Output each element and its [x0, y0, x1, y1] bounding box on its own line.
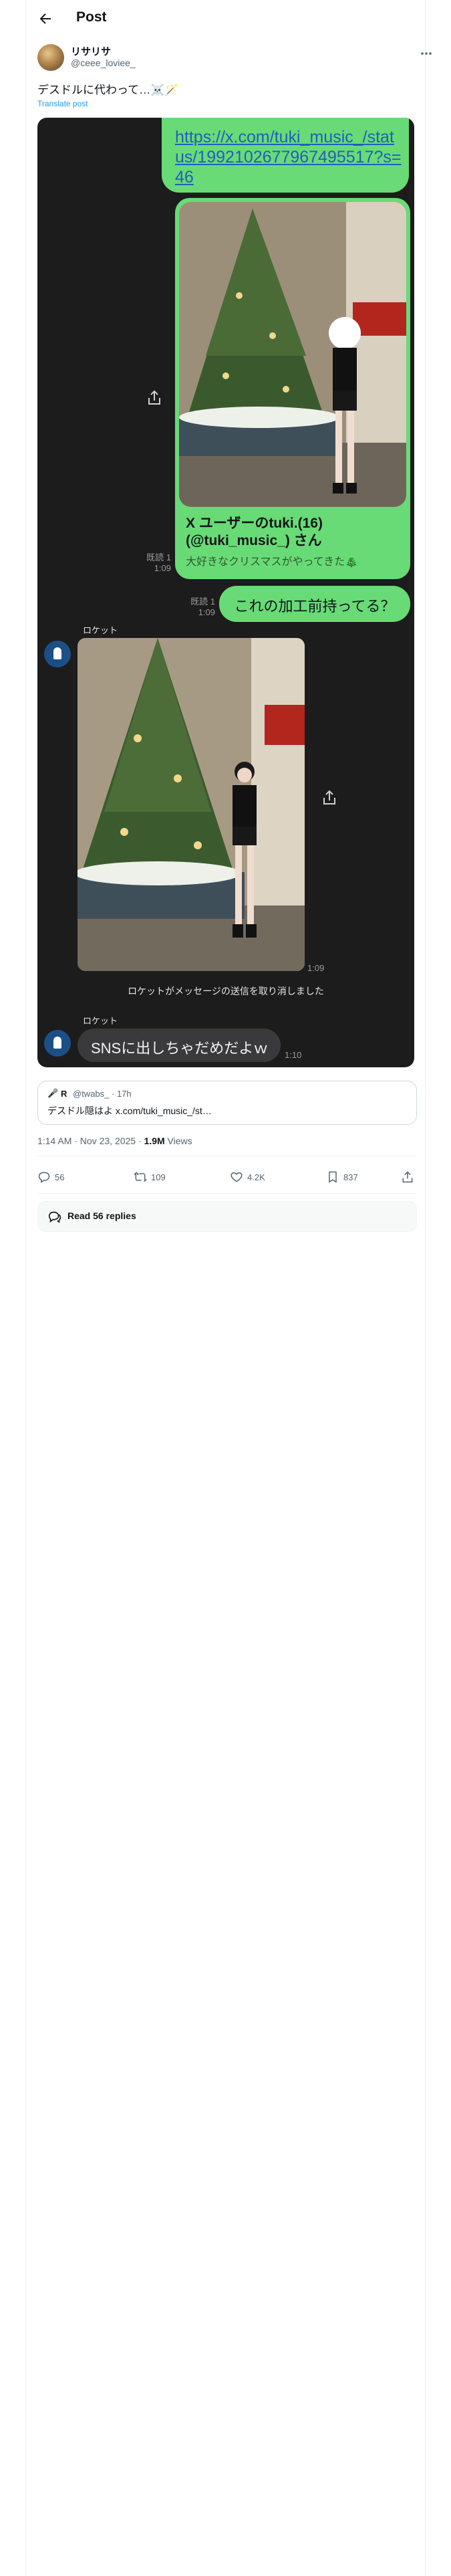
read-replies-label: Read 56 replies [67, 1210, 136, 1221]
message-timestamp: 1:10 [285, 1050, 302, 1060]
link-bubble: https://x.com/tuki_music_/status/1992102… [162, 118, 409, 193]
repost-icon [134, 1172, 147, 1182]
more-options-icon[interactable] [420, 47, 433, 60]
share-icon [148, 390, 160, 405]
link-bubble-text: https://x.com/tuki_music_/status/1992102… [175, 128, 402, 187]
share-button[interactable] [401, 1166, 418, 1188]
photo-timestamp: 1:09 [307, 963, 325, 973]
like-button[interactable]: 4.2K [230, 1166, 265, 1188]
quote-text: デスドル隠はよ x.com/tuki_music_/st… [47, 1105, 212, 1116]
sender-avatar [44, 1030, 71, 1057]
repost-button[interactable]: 109 [134, 1166, 166, 1188]
question-bubble: これの加工前持ってる？ [219, 586, 410, 622]
reply-button[interactable]: 56 [37, 1166, 64, 1188]
christmas-tree-photo [78, 638, 305, 971]
translate-post-link[interactable]: Translate post [37, 99, 88, 108]
sender-name: ロケット [83, 625, 118, 635]
quote-author-name: R [61, 1089, 67, 1099]
share-icon [402, 1171, 413, 1183]
bookmark-icon [329, 1171, 337, 1183]
author-username[interactable]: @ceee_loviee_ [71, 58, 136, 68]
post-timestamp: 1:14 AM · Nov 23, 2025 · 1.9M Views [37, 1136, 192, 1146]
header: Post [0, 0, 451, 37]
conversation-icon [48, 1211, 61, 1223]
quoted-post[interactable]: 🎤 R @twabs_ · 17h デスドル隠はよ x.com/tuki_mus… [37, 1081, 417, 1125]
share-icon [323, 790, 335, 804]
card-subtitle: 大好きなクリスマスがやってきた🎄 [186, 556, 359, 568]
read-replies-button[interactable]: Read 56 replies [37, 1201, 417, 1232]
sns-bubble: SNSに出しちゃだめだよｗ [78, 1029, 281, 1062]
heart-icon [231, 1172, 243, 1182]
quote-avatar: 🎤 [47, 1088, 59, 1098]
sender-name: ロケット [83, 1016, 118, 1026]
left-border [25, 0, 26, 2576]
read-receipt: 既読 1 1:09 [190, 597, 215, 617]
reply-icon [38, 1172, 50, 1183]
divider [37, 1193, 416, 1194]
christmas-tree-photo [179, 202, 406, 507]
right-border [425, 0, 426, 2576]
quote-author-handle: @twabs_ · 17h [73, 1089, 132, 1099]
post-media-image[interactable]: https://x.com/tuki_music_/status/1992102… [37, 118, 414, 1067]
page-title: Post [76, 9, 107, 25]
link-preview-card: X ユーザーのtuki.(16)(@tuki_music_) さん 大好きなクリ… [175, 198, 410, 579]
post-text: デスドルに代わって…☠️🪄 [37, 84, 179, 96]
author-avatar[interactable] [37, 44, 64, 71]
system-message: ロケットがメッセージの送信を取り消しました [128, 986, 324, 996]
author-display-name[interactable]: リサリサ [71, 44, 111, 58]
sender-avatar [44, 641, 71, 667]
back-arrow-icon[interactable] [37, 11, 53, 27]
bookmark-button[interactable]: 837 [326, 1166, 358, 1188]
read-receipt: 既読 1 1:09 [146, 552, 171, 573]
card-title: X ユーザーのtuki.(16)(@tuki_music_) さん [186, 516, 323, 548]
